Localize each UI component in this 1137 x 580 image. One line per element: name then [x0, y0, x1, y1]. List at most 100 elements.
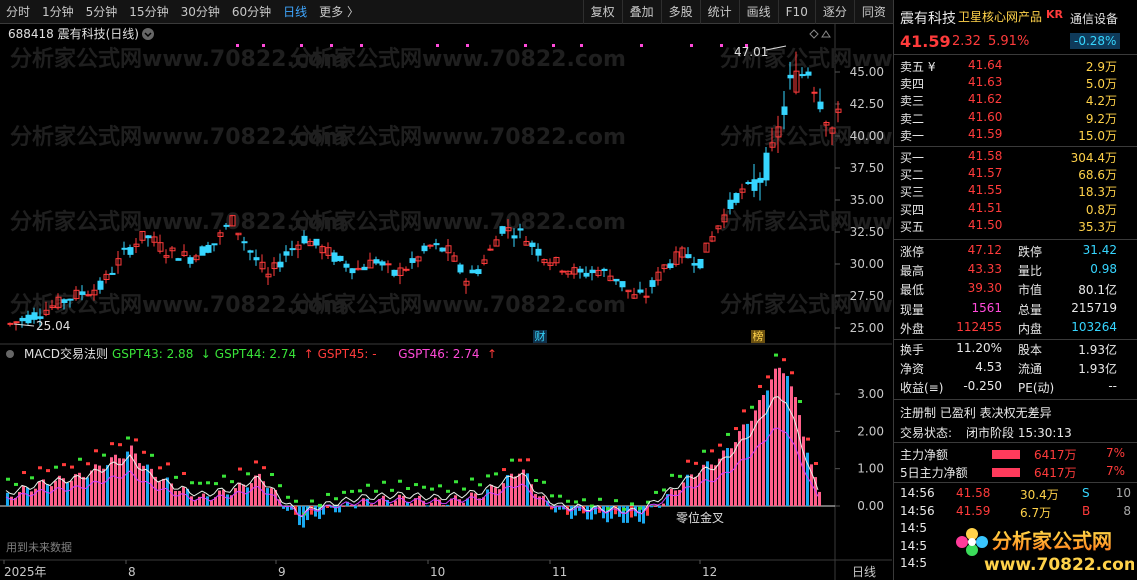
dif-mark [814, 462, 818, 466]
tick-time: 14:5 [900, 538, 927, 553]
macd-bar [46, 484, 49, 506]
bid-volume: 18.3万 [1078, 185, 1117, 200]
macd-bar [818, 491, 821, 506]
candle-up [811, 91, 818, 94]
macd-bar [142, 465, 145, 506]
dif-mark [438, 484, 442, 488]
tick-price: 41.58 [956, 486, 991, 500]
stat-label: 内盘 [1018, 321, 1043, 336]
candle-down [127, 247, 134, 255]
macd-bar [254, 475, 257, 506]
candle-down [409, 258, 416, 263]
signal-dot [524, 44, 527, 47]
dif-mark [358, 489, 362, 493]
candle-down [667, 263, 674, 269]
macd-bar [10, 496, 13, 506]
diamond-icon[interactable] [809, 29, 819, 39]
flow-label: 5日主力净额 [900, 466, 968, 480]
candle-up [385, 263, 392, 266]
indicator-menu-icon[interactable] [6, 350, 14, 358]
tick-volume: 30.4万 [1020, 488, 1059, 502]
stat-label: 净资 [900, 362, 925, 377]
toolbar-button[interactable]: 统计 [699, 0, 739, 24]
chevron-down-icon[interactable] [142, 28, 154, 40]
period-tab[interactable]: 5分钟 [80, 0, 124, 24]
stat-value: 31.42 [1082, 243, 1117, 257]
indicator-title[interactable]: MACD交易法则 [24, 346, 108, 361]
flow-bar [992, 450, 1020, 459]
period-tab[interactable]: 更多 〉 [313, 0, 365, 24]
macd-bar [502, 483, 505, 506]
period-tab[interactable]: 15分钟 [123, 0, 174, 24]
macd-bar [86, 477, 89, 506]
dif-mark [38, 466, 42, 470]
candle-down [421, 245, 428, 252]
toolbar-button[interactable]: F10 [777, 0, 815, 24]
chart-canvas[interactable]: 分析家公式网www.70822.com 分析家公式网www.70822.com 分析… [0, 24, 892, 580]
chart-area[interactable]: 分析家公式网www.70822.com 分析家公式网www.70822.com 分析… [0, 24, 892, 580]
dif-mark [174, 475, 178, 479]
sector-change: -0.28% [1070, 33, 1121, 49]
dif-mark [478, 483, 482, 487]
macd-bar [370, 504, 373, 506]
period-tab[interactable]: 60分钟 [226, 0, 277, 24]
macd-bar [506, 474, 509, 506]
ask-volume: 2.9万 [1085, 60, 1117, 74]
triangle-icon[interactable] [821, 30, 831, 38]
event-marker-label: 榜 [753, 329, 764, 343]
macd-bar [494, 487, 497, 506]
x-axis-label: 10 [430, 565, 445, 579]
flower-icon [956, 528, 988, 556]
toolbar-button[interactable]: 画线 [738, 0, 778, 24]
macd-bar [110, 457, 113, 506]
candle-down [583, 272, 590, 277]
macd-bar [486, 489, 489, 506]
dif-mark [462, 487, 466, 491]
dif-mark [102, 453, 106, 457]
bid-label: 买一 [900, 151, 925, 165]
macd-bar [434, 497, 437, 506]
dif-mark [46, 469, 50, 473]
toolbar-button[interactable]: 同资 [853, 0, 893, 24]
period-tab[interactable]: 30分钟 [175, 0, 226, 24]
period-tab[interactable]: 1分钟 [36, 0, 80, 24]
period-tab[interactable]: 分时 [0, 0, 36, 24]
indicator-legend-item: GSPT46: 2.74 [398, 347, 479, 361]
candle-down [691, 263, 698, 266]
macd-tick-label: 3.00 [857, 387, 884, 401]
dif-mark [78, 457, 82, 461]
candle-down [733, 193, 740, 203]
divider [894, 482, 1137, 483]
toolbar-button[interactable]: 复权 [582, 0, 622, 24]
price-tick-label: 32.50 [850, 225, 884, 239]
toolbar-button[interactable]: 叠加 [621, 0, 661, 24]
signal-dot [436, 44, 439, 47]
trade-status: 闭市阶段 15:30:13 [966, 426, 1072, 440]
dif-mark [214, 482, 218, 486]
toolbar-button[interactable]: 多股 [660, 0, 700, 24]
macd-bar [94, 464, 97, 506]
dif-mark [406, 487, 410, 491]
candle-down [379, 261, 386, 266]
ask-label: 卖三 [900, 94, 925, 109]
stat-label: 量比 [1018, 264, 1043, 279]
sector-name[interactable]: 通信设备 [1070, 10, 1118, 27]
signal-dot [262, 44, 265, 47]
candle-down [649, 280, 656, 287]
dif-mark [558, 494, 562, 498]
flow-value: 6417万 [1034, 448, 1077, 462]
dif-mark [350, 489, 354, 493]
macd-bar [626, 506, 629, 523]
stat-label: 跌停 [1018, 245, 1043, 259]
toolbar-button[interactable]: 逐分 [814, 0, 854, 24]
macd-bar [682, 482, 685, 506]
period-tab[interactable]: 日线 [277, 0, 313, 24]
brand-svg: 分析家公式网 www.70822.com [956, 528, 1137, 575]
macd-bar [746, 423, 749, 506]
candle-down [457, 264, 464, 273]
candle-down [61, 299, 68, 304]
tick-time: 14:56 [900, 486, 935, 500]
tick-side: S [1082, 486, 1090, 500]
dif-mark [678, 474, 682, 478]
dif-mark [262, 466, 266, 470]
